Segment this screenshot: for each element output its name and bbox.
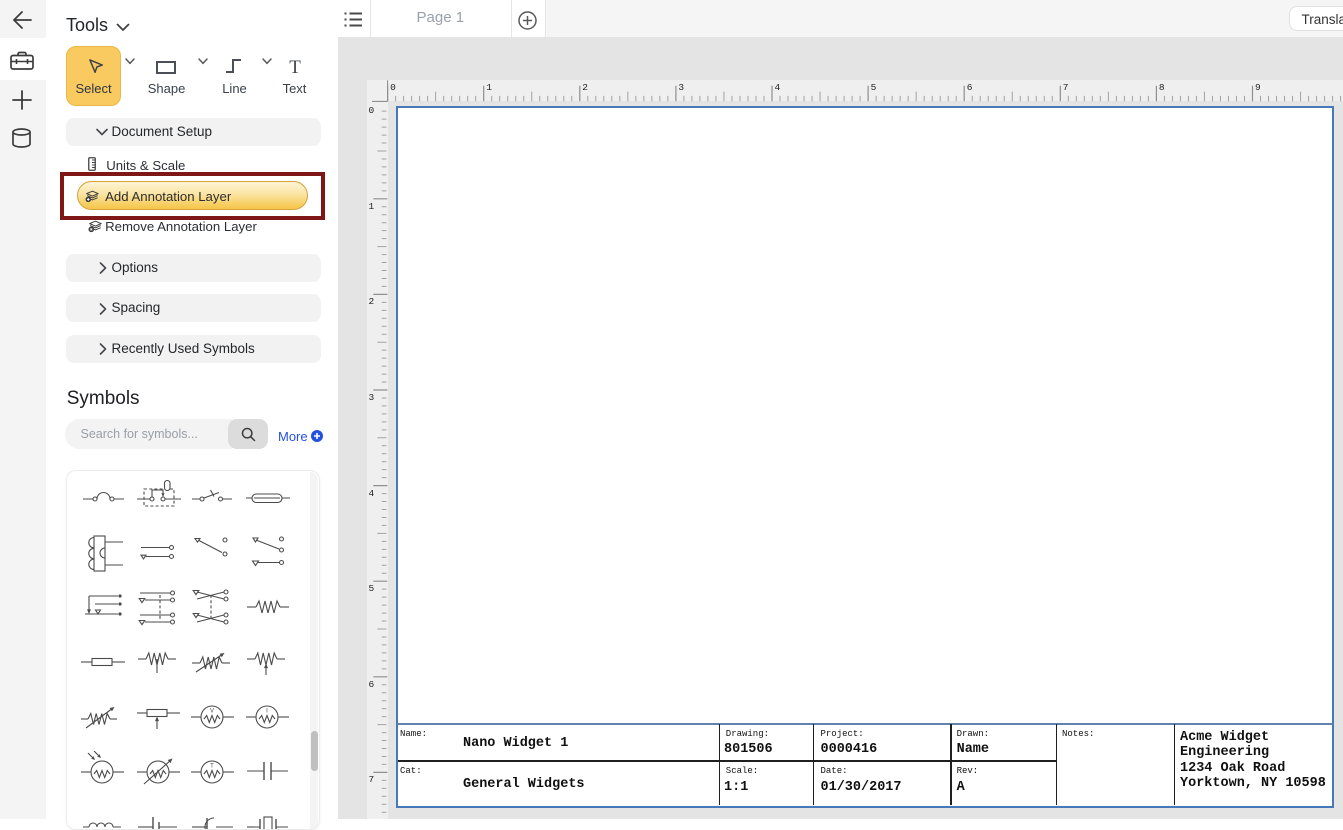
svg-text:T: T: [211, 764, 215, 770]
svg-text:I: I: [266, 709, 268, 715]
svg-text:V: V: [210, 709, 214, 715]
